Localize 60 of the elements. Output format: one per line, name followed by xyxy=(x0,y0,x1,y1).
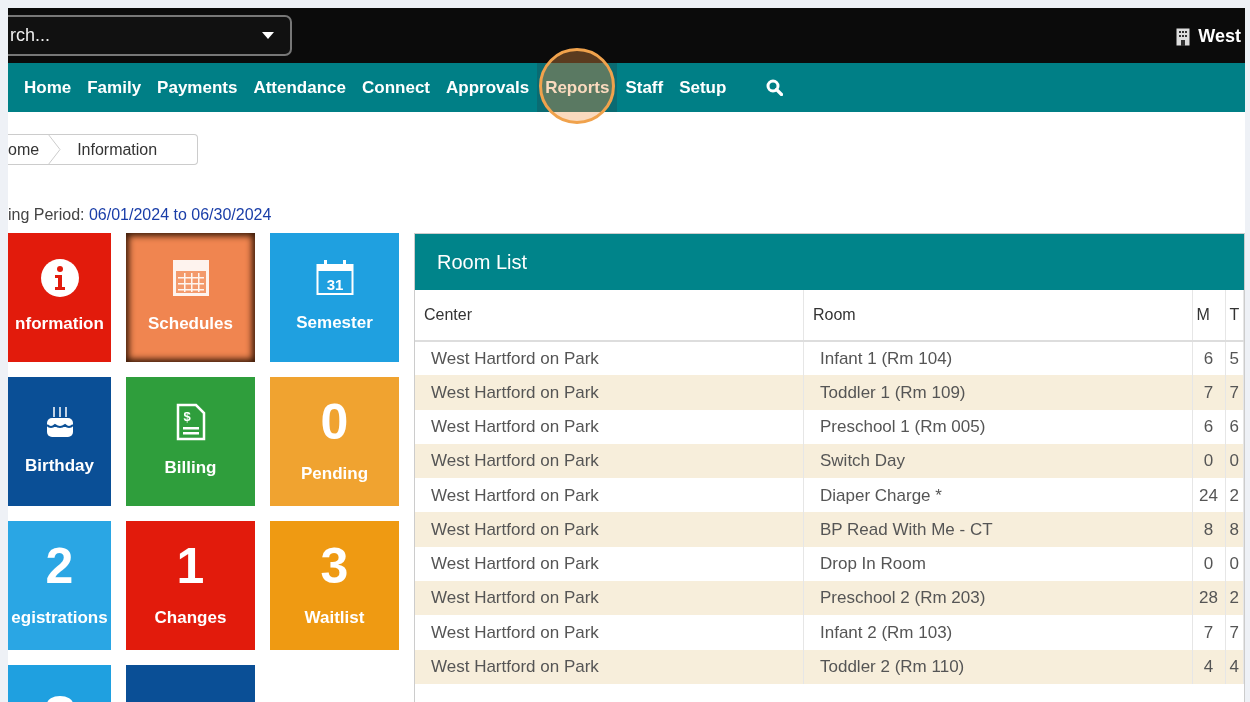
table-cell: West Hartford on Park xyxy=(415,375,804,410)
bill-icon: $ xyxy=(175,402,206,441)
table-cell: West Hartford on Park xyxy=(415,581,804,616)
info-icon xyxy=(40,258,79,297)
table-cell: 0 xyxy=(1192,443,1226,479)
table-cell: West Hartford on Park xyxy=(415,443,804,479)
dashboard-tile[interactable]: 1 Changes xyxy=(126,521,255,650)
schedule-icon xyxy=(171,258,210,297)
dashboard-tile[interactable]: Schedules xyxy=(126,233,255,362)
table-cell: 7 xyxy=(1192,615,1226,650)
table-cell: Infant 2 (Rm 103) xyxy=(803,615,1193,650)
nav-item[interactable]: Connect xyxy=(354,63,438,112)
column-header: Center xyxy=(415,290,804,341)
nav-item[interactable]: Staff xyxy=(617,63,672,112)
dashboard-tile[interactable] xyxy=(8,665,111,702)
nav-item[interactable]: Payments xyxy=(149,63,246,112)
dashboard-tile[interactable]: 31 Semester xyxy=(270,233,399,362)
column-header: M xyxy=(1192,290,1226,341)
panel-title: Room List xyxy=(415,234,1244,290)
table-cell: Toddler 2 (Rm 110) xyxy=(803,649,1193,684)
nav-item[interactable]: Reports xyxy=(537,63,618,112)
nav-item[interactable]: Attendance xyxy=(245,63,354,112)
period-label: ing Period: xyxy=(8,206,85,223)
table-cell: West Hartford on Park xyxy=(415,649,804,684)
table-cell: 6 xyxy=(1192,409,1226,444)
breadcrumb-link[interactable]: Information xyxy=(77,137,158,162)
period-value: 06/01/2024 to 06/30/2024 xyxy=(88,206,272,223)
search-icon[interactable] xyxy=(766,79,784,96)
breadcrumb-link[interactable]: ome xyxy=(8,137,40,162)
search-dropdown[interactable]: rch... xyxy=(8,15,292,56)
table-cell: Toddler 1 (Rm 109) xyxy=(803,375,1193,410)
table-cell: 28 xyxy=(1192,581,1226,616)
table-cell: 4 xyxy=(1192,649,1226,684)
table-cell: Switch Day xyxy=(803,443,1193,479)
table-cell: 8 xyxy=(1192,512,1226,547)
caret-icon xyxy=(262,31,274,40)
dashboard-tile[interactable] xyxy=(126,665,255,702)
nav-item[interactable]: Family xyxy=(79,63,150,112)
dashboard-tile[interactable]: 2 egistrations xyxy=(8,521,111,650)
column-header: Room xyxy=(803,290,1193,341)
cake-icon xyxy=(44,404,75,439)
table-cell: 7 xyxy=(1192,375,1226,410)
table-cell: West Hartford on Park xyxy=(415,409,804,444)
search-input[interactable]: rch... xyxy=(8,21,262,50)
table-cell: West Hartford on Park xyxy=(415,512,804,547)
nav-item[interactable]: Home xyxy=(16,63,80,112)
building-icon xyxy=(1176,27,1191,46)
nav-item[interactable]: Approvals xyxy=(438,63,538,112)
center-name[interactable]: West xyxy=(1198,23,1241,50)
table-cell: Preschool 2 (Rm 203) xyxy=(803,581,1193,616)
table-cell: BP Read With Me - CT xyxy=(803,512,1193,547)
dashboard-tile[interactable]: Birthday xyxy=(8,377,111,506)
table-cell: Preschool 1 (Rm 005) xyxy=(803,409,1193,444)
column-header: T xyxy=(1225,290,1244,341)
dashboard-tile[interactable]: nformation xyxy=(8,233,111,362)
table-cell: 6 xyxy=(1225,409,1244,444)
dashboard-tile[interactable]: $ Billing xyxy=(126,377,255,506)
nav-item[interactable]: Setup xyxy=(671,63,735,112)
table-cell: 7 xyxy=(1225,615,1244,650)
table-cell: West Hartford on Park xyxy=(415,615,804,650)
